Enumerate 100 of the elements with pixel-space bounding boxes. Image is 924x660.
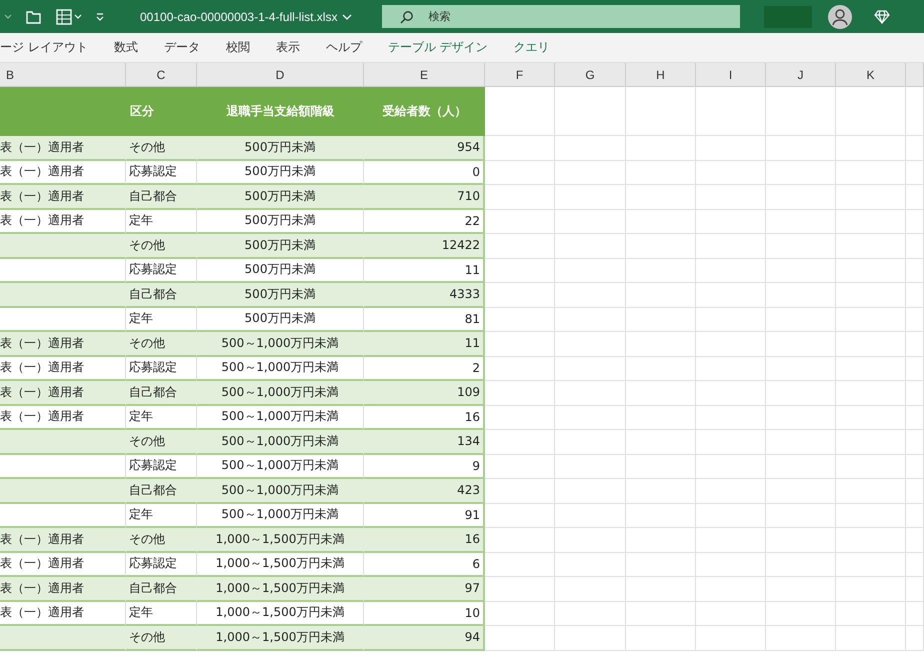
empty-cell [906,356,924,381]
empty-cell [906,479,924,504]
table-cell: 10 [364,602,485,626]
table-cell: その他 [126,136,197,160]
empty-cell [766,136,836,160]
table-cell: 定年 [126,504,197,528]
table-cell: 表（一）適用者 [0,136,126,160]
table-cell: 12422 [364,234,485,258]
table-cell: 表（一）適用者 [0,577,126,602]
ribbon-tab[interactable]: テーブル デザイン [388,39,488,56]
table-cell: 16 [364,406,485,430]
empty-cell [626,210,696,234]
avatar-icon[interactable] [828,4,852,28]
empty-cell [626,504,696,528]
form-grid-icon[interactable] [56,8,82,24]
ribbon-tab[interactable]: 数式 [114,39,138,56]
table-cell: 954 [364,136,485,160]
empty-cell [626,406,696,430]
empty-cell [555,136,626,160]
column-header[interactable]: G [555,63,626,86]
empty-cell [626,185,696,210]
empty-cell [906,406,924,430]
column-header[interactable]: I [696,63,766,86]
column-header[interactable]: D [197,63,364,86]
empty-cell [696,552,766,577]
empty-cell [766,258,836,283]
empty-cell [555,185,626,210]
chevron-down-icon[interactable] [4,14,12,20]
table-cell: 表（一）適用者 [0,528,126,552]
empty-cell [906,552,924,577]
empty-cell [626,602,696,626]
empty-cell [626,577,696,602]
empty-cell [696,136,766,160]
empty-cell [696,381,766,406]
empty-cell [555,602,626,626]
empty-cell [555,626,626,650]
ribbon-tab[interactable]: クエリ [514,39,550,56]
table-cell: 定年 [126,308,197,332]
empty-cell [555,430,626,454]
customize-caret-icon[interactable] [96,12,104,20]
empty-cell [906,602,924,626]
empty-cell [766,210,836,234]
diamond-icon[interactable] [874,10,890,24]
ribbon-tab[interactable]: ヘルプ [326,39,362,56]
search-field[interactable]: 検索 [382,5,740,28]
empty-cell [906,626,924,650]
empty-cell [836,258,906,283]
table-cell: 134 [364,430,485,454]
table-cell: 500～1,000万円未満 [197,454,364,479]
table-cell: 1,000～1,500万円未満 [197,528,364,552]
column-header[interactable]: H [626,63,696,86]
column-header[interactable]: C [126,63,197,86]
ribbon-tab[interactable]: 校閲 [226,39,250,56]
table-cell: 表（一）適用者 [0,332,126,356]
table-cell: 1,000～1,500万円未満 [197,602,364,626]
empty-cell [626,136,696,160]
column-header[interactable]: E [364,63,485,86]
ribbon-tab[interactable]: 表示 [276,39,300,56]
table-cell: 1,000～1,500万円未満 [197,577,364,602]
empty-cell [766,552,836,577]
column-header[interactable]: K [836,63,906,86]
table-cell: 500万円未満 [197,308,364,332]
empty-cell [626,430,696,454]
table-cell: 500万円未満 [197,136,364,160]
column-header[interactable]: J [766,63,836,86]
table-cell: 500万円未満 [197,185,364,210]
empty-cell [766,234,836,258]
empty-cell [766,528,836,552]
column-header[interactable]: F [485,63,555,86]
empty-cell [836,210,906,234]
empty-cell [696,504,766,528]
ribbon-tab[interactable]: データ [164,39,200,56]
empty-cell [906,258,924,283]
empty-cell [766,454,836,479]
table-cell: 500～1,000万円未満 [197,406,364,430]
table-cell: その他 [126,626,197,650]
empty-cell [555,308,626,332]
table-cell: その他 [126,430,197,454]
file-name-button[interactable]: 00100-cao-00000003-1-4-full-list.xlsx [140,10,352,24]
empty-cell [906,136,924,160]
empty-cell [766,602,836,626]
folder-icon[interactable] [26,10,42,24]
empty-cell [696,626,766,650]
empty-cell [836,136,906,160]
table-cell: 11 [364,332,485,356]
column-header[interactable]: B [0,63,126,86]
empty-cell [766,283,836,308]
table-cell: 500～1,000万円未満 [197,504,364,528]
empty-cell [626,528,696,552]
header-cell: 区分 [126,87,197,136]
table-cell: 表（一）適用者 [0,406,126,430]
header-cell: 受給者数（人） [364,87,485,136]
empty-cell [696,234,766,258]
empty-cell [766,577,836,602]
empty-cell [555,210,626,234]
empty-cell [836,185,906,210]
empty-cell [696,479,766,504]
empty-cell [555,283,626,308]
empty-cell [906,430,924,454]
ribbon-tab[interactable]: ージ レイアウト [0,39,88,56]
